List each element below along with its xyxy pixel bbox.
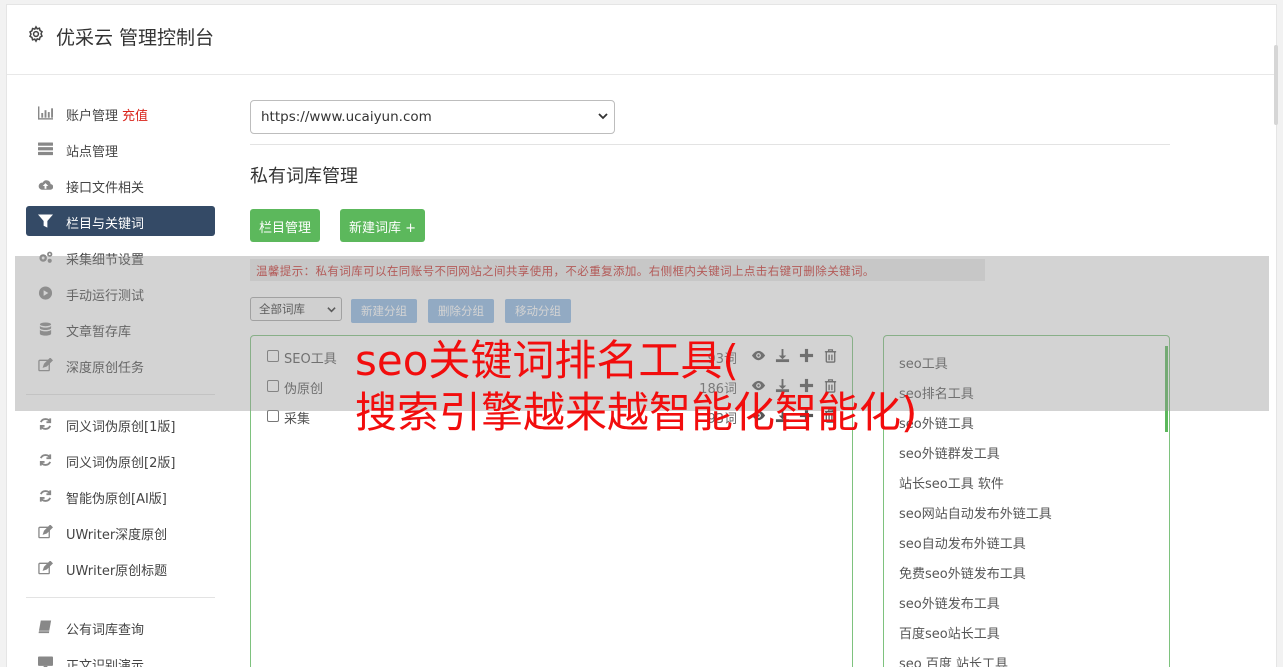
keyword-item[interactable]: 站长seo工具 软件 xyxy=(899,473,1004,492)
keyword-item[interactable]: 免费seo外链发布工具 xyxy=(899,563,1026,582)
sidebar-item-uwriter-title[interactable]: UWriter原创标题 xyxy=(26,553,215,583)
sidebar-item-label: 站点管理 xyxy=(66,145,119,160)
sidebar-item-columns-keywords[interactable]: 栏目与关键词 xyxy=(26,206,215,236)
sidebar-item-label: 正文识别演示 xyxy=(66,659,145,667)
sidebar-item-manual-run[interactable]: 手动运行测试 xyxy=(26,278,215,308)
divider xyxy=(250,144,1170,145)
group-checkbox[interactable] xyxy=(267,410,279,422)
edit-icon xyxy=(38,525,53,539)
sidebar-item-label: 接口文件相关 xyxy=(66,181,145,196)
keyword-list-panel: seo工具 seo排名工具 seo外链工具 seo外链群发工具 站长seo工具 … xyxy=(883,335,1170,667)
sidebar-item-label: 栏目与关键词 xyxy=(66,217,145,232)
refresh-icon xyxy=(39,454,52,466)
chevron-down-icon xyxy=(598,113,608,120)
filter-icon xyxy=(38,214,53,228)
sidebar-item-label: 公有词库查询 xyxy=(66,623,145,638)
page-title: 私有词库管理 xyxy=(250,166,358,187)
sidebar-divider xyxy=(26,394,215,395)
overlay-headline: seo关键词排名工具( 搜索引擎越来越智能化智能化) xyxy=(355,335,917,439)
refresh-icon xyxy=(39,418,52,430)
bar-chart-icon xyxy=(38,106,53,120)
sidebar-item-synonym-v1[interactable]: 同义词伪原创[1版] xyxy=(26,409,215,439)
site-select[interactable]: https://www.ucaiyun.com xyxy=(250,100,615,134)
keyword-item[interactable]: seo自动发布外链工具 xyxy=(899,533,1026,552)
sidebar-item-account[interactable]: 账户管理 充值 xyxy=(26,98,215,128)
new-lexicon-button[interactable]: 新建词库 + xyxy=(340,209,426,242)
gear-icon xyxy=(29,25,43,43)
sidebar-item-public-lexicon[interactable]: 公有词库查询 xyxy=(26,612,215,642)
sidebar-item-label: UWriter原创标题 xyxy=(66,564,168,579)
sidebar-item-label: 同义词伪原创[1版] xyxy=(66,420,176,435)
sidebar-item-ai-original[interactable]: 智能伪原创[AI版] xyxy=(26,481,215,511)
keyword-item[interactable]: seo网站自动发布外链工具 xyxy=(899,503,1052,522)
sidebar-item-label: 智能伪原创[AI版] xyxy=(66,492,167,507)
keyword-scrollbar[interactable] xyxy=(1165,346,1168,432)
sidebar-item-text-recognition[interactable]: 正文识别演示 xyxy=(26,648,215,667)
edit-icon xyxy=(38,561,53,575)
new-group-button[interactable]: 新建分组 xyxy=(351,299,417,323)
sidebar-divider xyxy=(26,597,215,598)
sidebar-item-deep-original[interactable]: 深度原创任务 xyxy=(26,350,215,380)
keyword-item[interactable]: seo外链群发工具 xyxy=(899,443,1000,462)
refresh-icon xyxy=(39,490,52,502)
sidebar-item-label: 手动运行测试 xyxy=(66,289,145,304)
overlay-line-1: seo关键词排名工具( xyxy=(355,336,739,385)
sidebar: 账户管理 充值 站点管理 接口文件相关 栏目与关键词 采集细节设置 手动运行测试 … xyxy=(26,98,215,667)
sidebar-item-synonym-v2[interactable]: 同义词伪原创[2版] xyxy=(26,445,215,475)
cogs-icon xyxy=(39,251,53,263)
tip-banner: 温馨提示：私有词库可以在同账号不同网站之间共享使用，不必重复添加。右侧框内关键词… xyxy=(250,259,985,281)
play-circle-icon xyxy=(38,286,53,300)
column-manage-button[interactable]: 栏目管理 xyxy=(250,209,321,242)
chevron-down-icon xyxy=(327,307,336,313)
sidebar-item-label: 账户管理 xyxy=(66,109,119,124)
sidebar-item-collect-settings[interactable]: 采集细节设置 xyxy=(26,242,215,272)
site-select-value: https://www.ucaiyun.com xyxy=(261,109,432,125)
cloud-upload-icon xyxy=(38,180,53,190)
keyword-item[interactable]: 百度seo站长工具 xyxy=(899,623,1000,642)
group-name[interactable]: 伪原创 xyxy=(284,378,323,397)
delete-group-button[interactable]: 删除分组 xyxy=(428,299,494,323)
recharge-link[interactable]: 充值 xyxy=(122,109,148,124)
overlay-line-2: 搜索引擎越来越智能化智能化) xyxy=(355,388,918,437)
sidebar-item-sites[interactable]: 站点管理 xyxy=(26,134,215,164)
move-group-button[interactable]: 移动分组 xyxy=(505,299,571,323)
page-scrollbar[interactable] xyxy=(1274,45,1278,125)
keyword-item[interactable]: seo 百度 站长工具 xyxy=(899,653,1008,667)
group-checkbox[interactable] xyxy=(267,380,279,392)
sidebar-item-label: 深度原创任务 xyxy=(66,361,145,376)
group-checkbox[interactable] xyxy=(267,350,279,362)
monitor-icon xyxy=(38,656,53,667)
app-title: 优采云 管理控制台 xyxy=(56,27,215,49)
sidebar-item-article-store[interactable]: 文章暂存库 xyxy=(26,314,215,344)
database-icon xyxy=(39,322,52,336)
keyword-item[interactable]: seo外链发布工具 xyxy=(899,593,1000,612)
book-icon xyxy=(38,620,52,634)
top-header: 优采云 管理控制台 xyxy=(7,5,1276,75)
sidebar-item-label: 采集细节设置 xyxy=(66,253,145,268)
sidebar-item-label: UWriter深度原创 xyxy=(66,528,168,543)
lexicon-select-value: 全部词库 xyxy=(259,302,305,316)
edit-icon xyxy=(38,358,53,372)
server-icon xyxy=(38,142,53,156)
sidebar-item-interface-files[interactable]: 接口文件相关 xyxy=(26,170,215,200)
group-name[interactable]: 采集 xyxy=(284,408,310,427)
lexicon-select[interactable]: 全部词库 xyxy=(250,297,342,321)
sidebar-item-uwriter-deep[interactable]: UWriter深度原创 xyxy=(26,517,215,547)
group-name[interactable]: SEO工具 xyxy=(284,348,337,367)
sidebar-item-label: 文章暂存库 xyxy=(66,325,132,340)
sidebar-item-label: 同义词伪原创[2版] xyxy=(66,456,176,471)
